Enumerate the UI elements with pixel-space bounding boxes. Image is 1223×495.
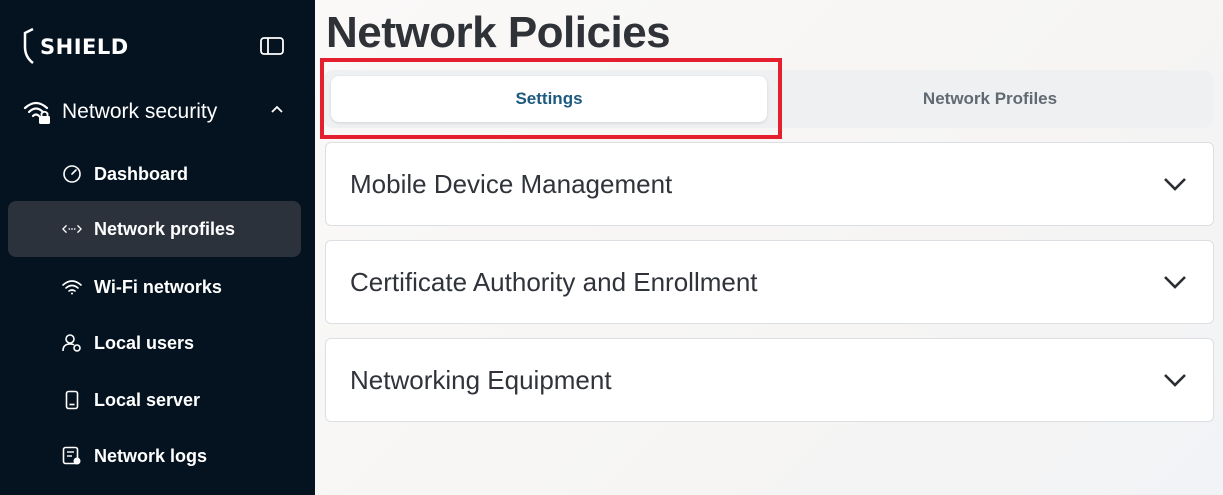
wifi-icon <box>62 277 82 297</box>
sidebar-item-label: Local users <box>94 332 195 353</box>
chevron-up-icon[interactable] <box>270 104 284 114</box>
chevron-down-icon <box>1164 374 1186 387</box>
accordion-networking-equipment[interactable]: Networking Equipment <box>325 338 1214 422</box>
chevron-down-icon <box>1164 178 1186 191</box>
sidebar-item-local-users[interactable]: Local users <box>8 315 301 371</box>
main-content: Network Policies Settings Network Profil… <box>315 0 1223 495</box>
sidebar-section-label: Network security <box>62 100 218 123</box>
server-icon <box>62 390 82 410</box>
tab-settings[interactable]: Settings <box>331 76 767 122</box>
sidebar-toggle-button[interactable] <box>259 36 285 56</box>
sidebar-item-label: Local server <box>94 389 201 410</box>
sidebar-item-network-profiles[interactable]: Network profiles <box>8 201 301 257</box>
sidebar-item-local-server[interactable]: Local server <box>8 372 301 428</box>
accordion-title: Mobile Device Management <box>350 168 673 199</box>
sidebar-section-network-security[interactable]: Network security <box>22 92 292 132</box>
brand-name: SHIELD <box>40 35 129 59</box>
sidebar-item-label: Wi-Fi networks <box>94 276 222 297</box>
sidebar-panel-icon <box>260 37 284 55</box>
brand-logo[interactable]: SHIELD <box>22 27 129 65</box>
accordion-title: Networking Equipment <box>350 364 612 395</box>
wifi-lock-icon <box>23 101 50 124</box>
sidebar-item-label: Network logs <box>94 445 208 466</box>
sidebar-item-network-logs[interactable]: Network logs <box>8 428 301 484</box>
tab-bar: Settings Network Profiles <box>323 70 1213 128</box>
speedometer-icon <box>62 164 82 184</box>
user-gear-icon <box>62 333 82 353</box>
accordion-mobile-device-management[interactable]: Mobile Device Management <box>325 142 1214 226</box>
log-icon <box>62 446 82 466</box>
accordion-title: Certificate Authority and Enrollment <box>350 266 758 297</box>
sidebar-item-wifi-networks[interactable]: Wi-Fi networks <box>8 259 301 315</box>
code-arrows-icon <box>62 219 82 239</box>
sidebar-item-label: Dashboard <box>94 163 189 184</box>
sidebar-item-label: Network profiles <box>94 218 236 239</box>
sidebar-item-dashboard[interactable]: Dashboard <box>8 146 301 202</box>
chevron-down-icon <box>1164 276 1186 289</box>
tab-network-profiles[interactable]: Network Profiles <box>775 76 1205 122</box>
page-title: Network Policies <box>326 8 671 57</box>
accordion-certificate-authority[interactable]: Certificate Authority and Enrollment <box>325 240 1214 324</box>
sidebar: SHIELD Network security Dashboard Networ… <box>0 0 315 495</box>
